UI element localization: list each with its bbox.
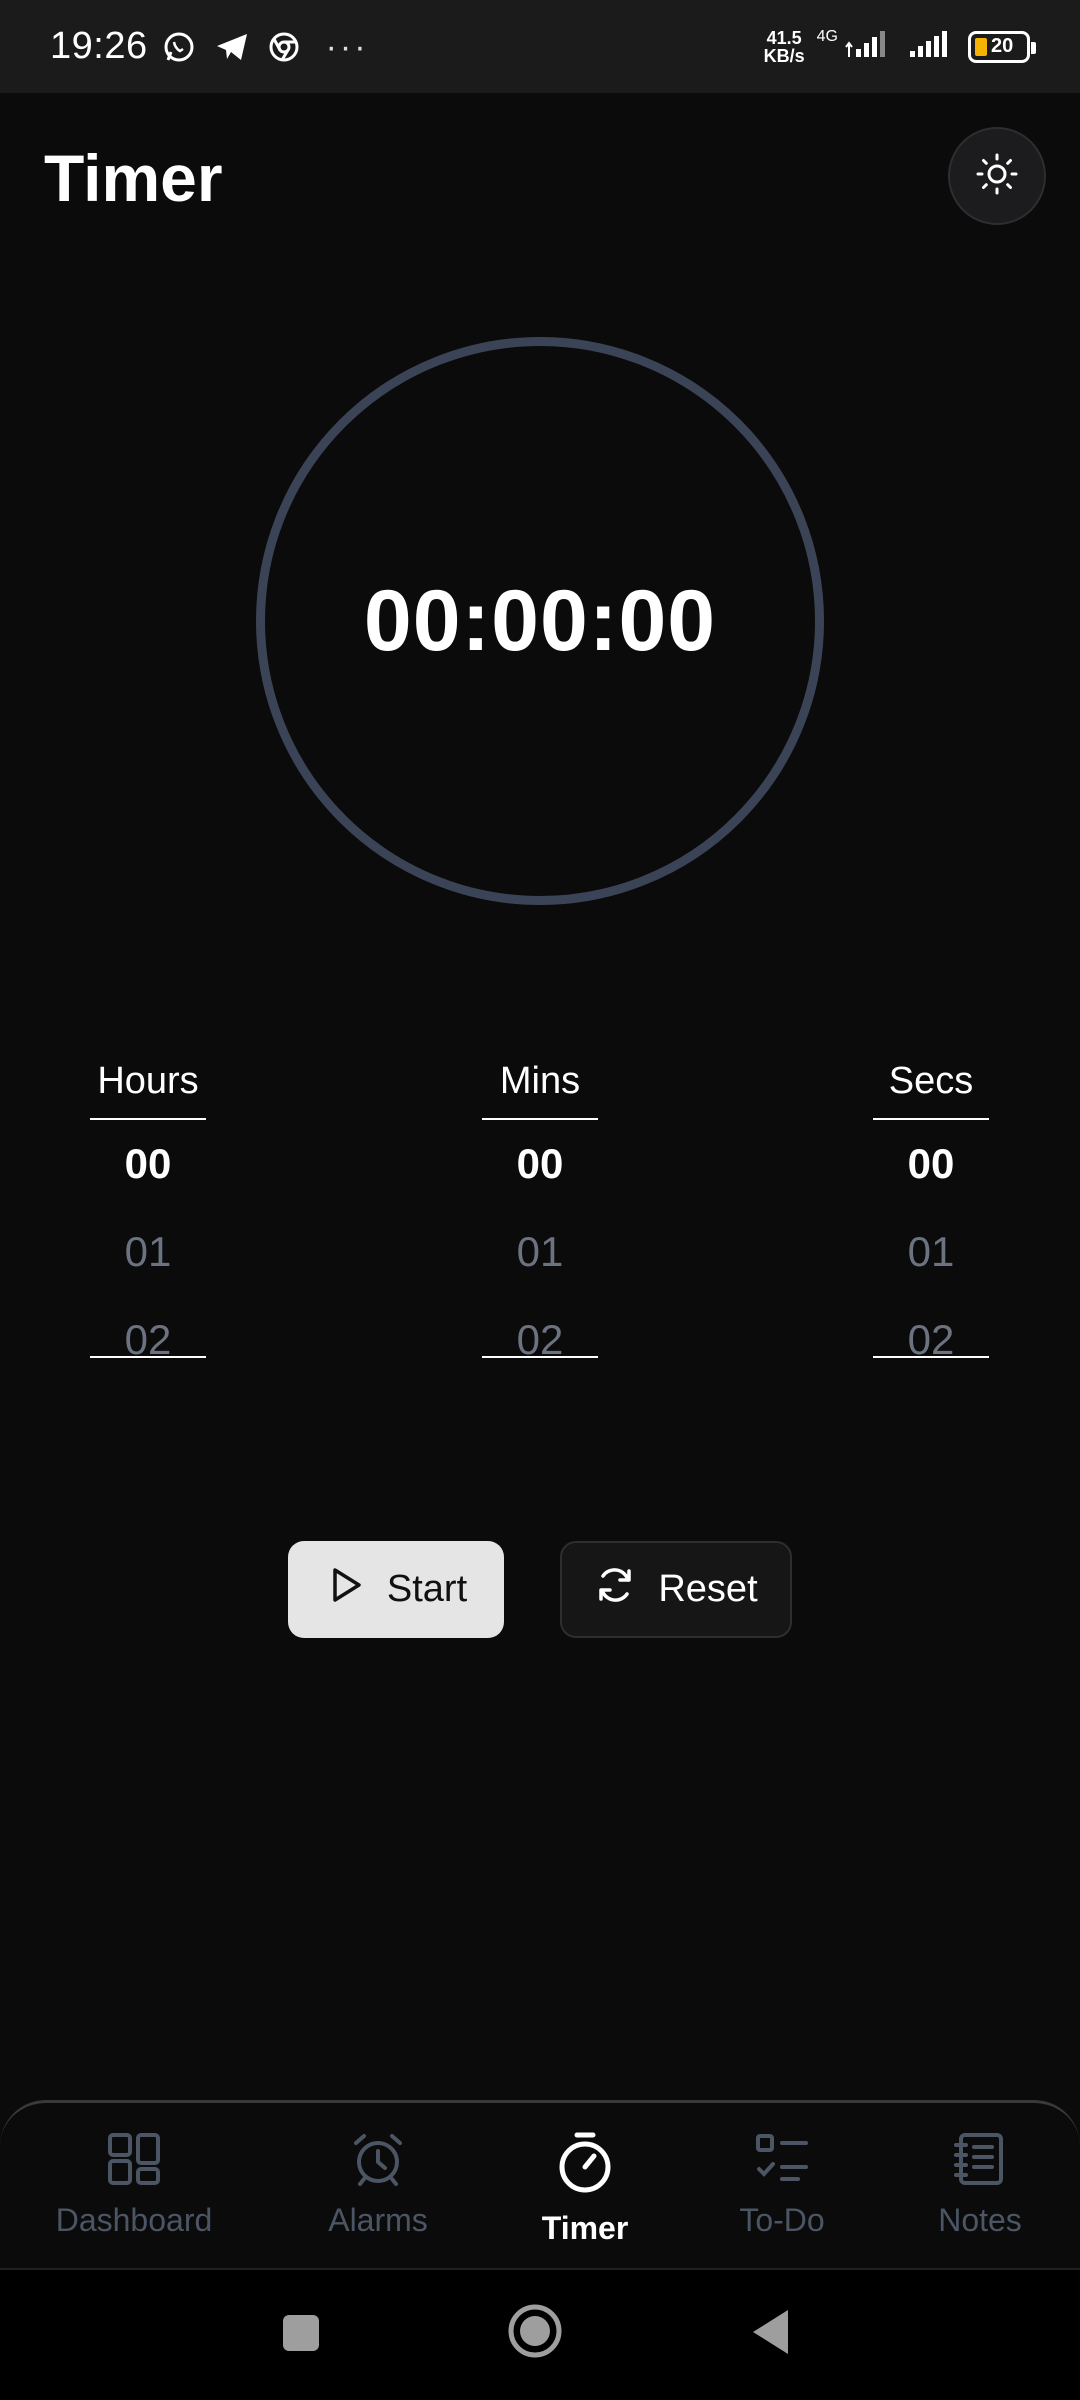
nav-item-notes[interactable]: Notes xyxy=(920,2131,1040,2239)
notification-icons xyxy=(162,30,300,64)
dashboard-icon xyxy=(106,2131,162,2192)
status-time: 19:26 xyxy=(50,25,148,67)
network-speed: 41.5 KB/s xyxy=(764,29,805,65)
mins-option[interactable]: 02 xyxy=(482,1296,598,1356)
nav-item-todo[interactable]: To-Do xyxy=(722,2131,842,2239)
more-notifications-icon: ··· xyxy=(325,27,369,66)
battery-level: 20 xyxy=(991,35,1014,57)
notebook-icon xyxy=(952,2131,1008,2192)
speed-value: 41.5 xyxy=(766,27,802,48)
hours-option-selected[interactable]: 00 xyxy=(90,1120,206,1208)
picker-divider xyxy=(873,1356,989,1358)
reset-button[interactable]: Reset xyxy=(560,1541,792,1638)
system-status: 41.5 KB/s 4G 20 xyxy=(764,27,1036,66)
mins-label: Mins xyxy=(499,1060,581,1102)
secs-picker[interactable]: Secs 00 01 02 xyxy=(873,1060,989,1358)
secs-option-selected[interactable]: 00 xyxy=(873,1120,989,1208)
stopwatch-icon xyxy=(553,2131,617,2200)
nav-label-alarms: Alarms xyxy=(328,2202,428,2238)
secs-option[interactable]: 02 xyxy=(873,1296,989,1356)
whatsapp-icon xyxy=(162,30,196,64)
mins-option[interactable]: 01 xyxy=(482,1208,598,1296)
hours-label: Hours xyxy=(97,1060,199,1102)
nav-label-notes: Notes xyxy=(938,2202,1022,2238)
hours-picker[interactable]: Hours 00 01 02 xyxy=(90,1060,206,1358)
nav-label-dashboard: Dashboard xyxy=(55,2202,213,2238)
alarm-clock-icon xyxy=(350,2131,406,2192)
nav-item-dashboard[interactable]: Dashboard xyxy=(54,2131,214,2239)
page-title: Timer xyxy=(44,141,223,215)
system-navigation-bar xyxy=(0,2270,1080,2400)
start-label: Start xyxy=(386,1568,468,1610)
telegram-icon xyxy=(214,30,250,64)
checklist-icon xyxy=(754,2131,810,2192)
signal-icon-2 xyxy=(906,27,956,66)
chrome-icon xyxy=(268,31,300,63)
start-button[interactable]: Start xyxy=(288,1541,504,1638)
timer-dial: 00:00:00 xyxy=(256,337,824,905)
recents-button[interactable] xyxy=(281,2313,321,2358)
hours-option[interactable]: 01 xyxy=(90,1208,206,1296)
status-bar: 19:26 ··· 41.5 KB/s 4G 20 xyxy=(0,0,1080,93)
home-button[interactable] xyxy=(507,2303,563,2364)
nav-label-todo: To-Do xyxy=(739,2202,825,2238)
bottom-navigation: Dashboard Alarms Timer To-Do Notes xyxy=(0,2100,1080,2270)
mins-picker[interactable]: Mins 00 01 02 xyxy=(482,1060,598,1358)
network-type: 4G xyxy=(816,27,838,45)
nav-item-timer[interactable]: Timer xyxy=(522,2131,648,2247)
secs-label: Secs xyxy=(888,1060,974,1102)
refresh-icon xyxy=(594,1564,636,1616)
hours-option[interactable]: 02 xyxy=(90,1296,206,1356)
theme-toggle-button[interactable] xyxy=(948,127,1046,225)
timer-display: 00:00:00 xyxy=(363,572,717,669)
reset-label: Reset xyxy=(658,1568,758,1610)
signal-icon xyxy=(844,27,894,66)
mins-option-selected[interactable]: 00 xyxy=(482,1120,598,1208)
back-button[interactable] xyxy=(748,2307,792,2362)
nav-label-timer: Timer xyxy=(541,2210,629,2246)
secs-option[interactable]: 01 xyxy=(873,1208,989,1296)
nav-item-alarms[interactable]: Alarms xyxy=(318,2131,438,2239)
play-icon xyxy=(325,1565,365,1615)
picker-divider xyxy=(90,1356,206,1358)
picker-divider xyxy=(482,1356,598,1358)
speed-unit: KB/s xyxy=(763,45,805,66)
sun-icon xyxy=(975,152,1019,201)
battery-icon: 20 xyxy=(968,30,1036,63)
